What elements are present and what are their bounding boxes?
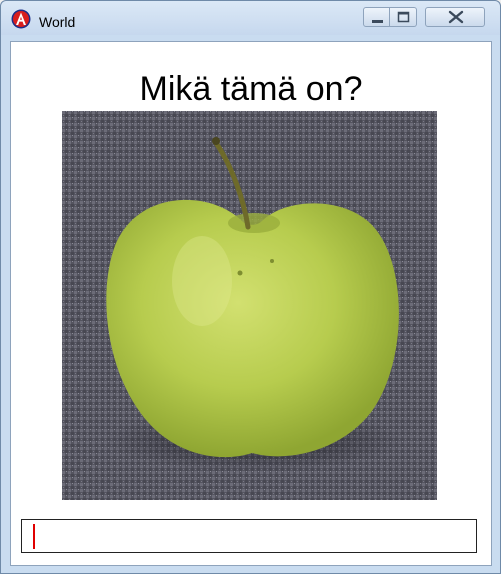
close-icon <box>448 10 464 24</box>
apple-photo <box>62 111 437 500</box>
apple-body <box>106 199 399 458</box>
minimize-icon <box>372 20 383 23</box>
answer-input[interactable] <box>21 519 477 553</box>
content-area: Mikä tämä on? <box>10 41 492 566</box>
maximize-button[interactable] <box>390 7 417 27</box>
app-logo-icon <box>11 9 31 29</box>
title-bar[interactable]: World <box>1 1 500 35</box>
close-button[interactable] <box>425 7 485 27</box>
text-caret <box>33 524 35 549</box>
question-heading: Mikä tämä on? <box>139 70 363 108</box>
app-window: World Mikä tämä on? <box>0 0 501 574</box>
maximize-icon <box>397 11 410 23</box>
window-title: World <box>39 14 76 30</box>
minimize-button[interactable] <box>363 7 390 27</box>
